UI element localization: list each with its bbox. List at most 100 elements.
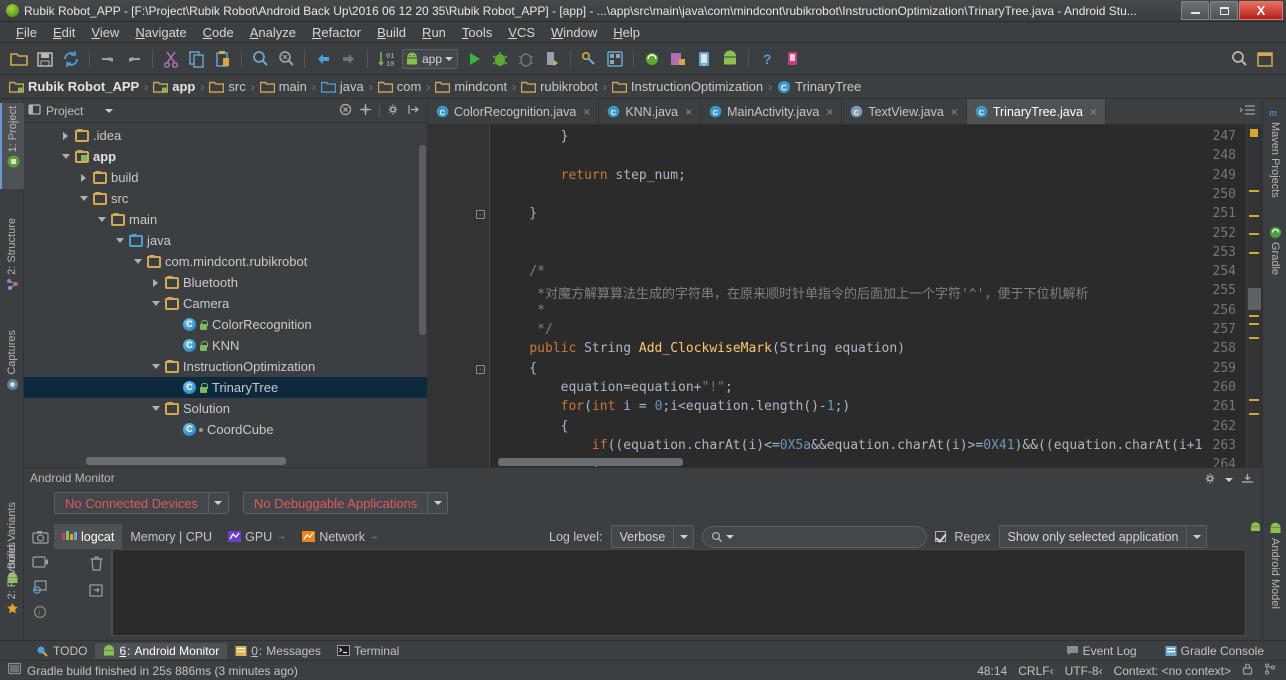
tree-node[interactable]: app bbox=[24, 146, 427, 167]
chevron-down-icon[interactable] bbox=[150, 361, 161, 372]
menu-run[interactable]: Run bbox=[414, 23, 454, 42]
breadcrumb-item-instructionoptimization[interactable]: InstructionOptimization bbox=[609, 79, 766, 94]
redo-icon[interactable] bbox=[123, 48, 145, 70]
settings-icon[interactable] bbox=[1254, 48, 1276, 70]
editor-horizontal-scrollbar[interactable] bbox=[498, 458, 683, 466]
line-separator[interactable]: CRLF‹ bbox=[1018, 664, 1053, 678]
close-icon[interactable]: × bbox=[1090, 105, 1097, 119]
chevron-right-icon[interactable] bbox=[150, 277, 161, 288]
settings-gear-icon[interactable] bbox=[387, 103, 400, 119]
menu-navigate[interactable]: Navigate bbox=[127, 23, 194, 42]
editor-tab-mainactivity-java[interactable]: CMainActivity.java× bbox=[701, 99, 842, 124]
chevron-right-icon[interactable] bbox=[78, 172, 89, 183]
sync-icon[interactable] bbox=[60, 48, 82, 70]
hide-icon[interactable] bbox=[407, 103, 420, 119]
regex-checkbox[interactable] bbox=[935, 531, 946, 542]
layout-inspector-icon[interactable] bbox=[32, 580, 49, 597]
tree-node[interactable]: Bluetooth bbox=[24, 272, 427, 293]
paste-icon[interactable] bbox=[212, 48, 234, 70]
monitor-icon[interactable] bbox=[693, 48, 715, 70]
menu-refactor[interactable]: Refactor bbox=[304, 23, 369, 42]
tree-node[interactable]: CKNN bbox=[24, 335, 427, 356]
logcat-output[interactable] bbox=[112, 549, 1246, 636]
tree-node[interactable]: build bbox=[24, 167, 427, 188]
device-selector[interactable]: No Connected Devices bbox=[54, 492, 229, 514]
tree-node[interactable]: CCoordCube bbox=[24, 419, 427, 440]
event-log-tab[interactable]: Event Log bbox=[1058, 643, 1145, 659]
breadcrumb-item-mindcont[interactable]: mindcont bbox=[432, 79, 510, 94]
breadcrumb-item-rubikrobot[interactable]: rubikrobot bbox=[518, 79, 601, 94]
menu-file[interactable]: File bbox=[8, 23, 45, 42]
tree-node[interactable]: .idea bbox=[24, 125, 427, 146]
rail-left-captures[interactable]: Captures bbox=[0, 327, 24, 415]
project-tree[interactable]: .ideaappbuildsrcmainjavacom.mindcont.rub… bbox=[24, 123, 427, 467]
tree-node[interactable]: Solution bbox=[24, 398, 427, 419]
breadcrumb-item-com[interactable]: com bbox=[375, 79, 425, 94]
chevron-down-icon[interactable] bbox=[132, 256, 143, 267]
log-level-selector[interactable]: Verbose bbox=[611, 525, 695, 548]
menu-window[interactable]: Window bbox=[543, 23, 605, 42]
chevron-down-icon[interactable] bbox=[60, 151, 71, 162]
forward-icon[interactable] bbox=[338, 48, 360, 70]
screenshot-icon[interactable] bbox=[32, 530, 49, 547]
minimize-button[interactable] bbox=[1181, 1, 1209, 20]
lock-icon[interactable] bbox=[1242, 663, 1253, 678]
menu-edit[interactable]: Edit bbox=[45, 23, 83, 42]
menu-help[interactable]: Help bbox=[605, 23, 648, 42]
chevron-down-icon[interactable] bbox=[208, 493, 228, 513]
tree-node[interactable]: Camera bbox=[24, 293, 427, 314]
search-options-chevron-down-icon[interactable] bbox=[726, 535, 734, 539]
menu-code[interactable]: Code bbox=[195, 23, 242, 42]
android-icon[interactable] bbox=[719, 48, 741, 70]
monitor-tab-logcat[interactable]: logcat bbox=[54, 524, 122, 549]
bottom-tab-android-monitor[interactable]: 6:Android Monitor bbox=[95, 643, 227, 659]
close-icon[interactable]: × bbox=[685, 105, 692, 119]
run-coverage-icon[interactable] bbox=[541, 48, 563, 70]
back-icon[interactable] bbox=[312, 48, 334, 70]
stripe-thumb[interactable] bbox=[1248, 288, 1261, 310]
cut-icon[interactable] bbox=[160, 48, 182, 70]
logcat-search-input[interactable] bbox=[702, 526, 927, 548]
gradle-sync-icon[interactable] bbox=[641, 48, 663, 70]
settings-gear-icon[interactable] bbox=[1204, 472, 1217, 488]
editor-tab-trinarytree-java[interactable]: CTrinaryTree.java× bbox=[967, 99, 1106, 124]
close-icon[interactable]: × bbox=[826, 105, 833, 119]
close-icon[interactable]: × bbox=[951, 105, 958, 119]
git-branch-icon[interactable] bbox=[1264, 663, 1276, 678]
project-view-chevron-down-icon[interactable] bbox=[105, 109, 113, 113]
chevron-down-icon[interactable] bbox=[78, 193, 89, 204]
system-info-icon[interactable]: i bbox=[33, 605, 47, 622]
breadcrumb-item-trinarytree[interactable]: CTrinaryTree bbox=[774, 79, 864, 94]
open-folder-icon[interactable] bbox=[8, 48, 30, 70]
export-icon[interactable] bbox=[89, 583, 104, 601]
sdk-manager-icon[interactable] bbox=[578, 48, 600, 70]
maximize-button[interactable] bbox=[1210, 1, 1238, 20]
chevron-down-icon[interactable] bbox=[673, 526, 693, 547]
close-button[interactable]: X bbox=[1239, 1, 1283, 20]
screen-record-icon[interactable] bbox=[32, 555, 49, 572]
sort-icon[interactable]: 0110 bbox=[375, 48, 397, 70]
breadcrumb-item-main[interactable]: main bbox=[257, 79, 310, 94]
find-icon[interactable] bbox=[249, 48, 271, 70]
project-structure-icon[interactable] bbox=[667, 48, 689, 70]
tree-vertical-scrollbar[interactable] bbox=[419, 145, 426, 335]
application-selector[interactable]: No Debuggable Applications bbox=[243, 492, 448, 514]
logcat-filter-text[interactable] bbox=[737, 530, 917, 544]
rail-right-maven-projects[interactable]: mMaven Projects bbox=[1263, 103, 1286, 198]
chevron-down-icon[interactable] bbox=[150, 403, 161, 414]
code-editor[interactable]: 247 }248249 return step_num;250251- }252… bbox=[428, 125, 1262, 467]
breadcrumb-item-java[interactable]: java bbox=[318, 79, 367, 94]
tree-node[interactable]: com.mindcont.rubikrobot bbox=[24, 251, 427, 272]
menu-build[interactable]: Build bbox=[369, 23, 414, 42]
file-encoding[interactable]: UTF-8‹ bbox=[1065, 664, 1103, 678]
chevron-down-icon[interactable] bbox=[150, 298, 161, 309]
collapse-all-icon[interactable] bbox=[339, 103, 352, 119]
hide-panel-icon[interactable] bbox=[1241, 473, 1254, 487]
menu-view[interactable]: View bbox=[83, 23, 127, 42]
search-everywhere-icon[interactable] bbox=[1228, 48, 1250, 70]
app-filter-selector[interactable]: Show only selected application bbox=[999, 525, 1208, 548]
error-stripe-marker-column[interactable] bbox=[1246, 125, 1262, 467]
undo-icon[interactable] bbox=[97, 48, 119, 70]
caret-position[interactable]: 48:14 bbox=[977, 664, 1007, 678]
chevron-down-icon[interactable] bbox=[1186, 526, 1206, 547]
